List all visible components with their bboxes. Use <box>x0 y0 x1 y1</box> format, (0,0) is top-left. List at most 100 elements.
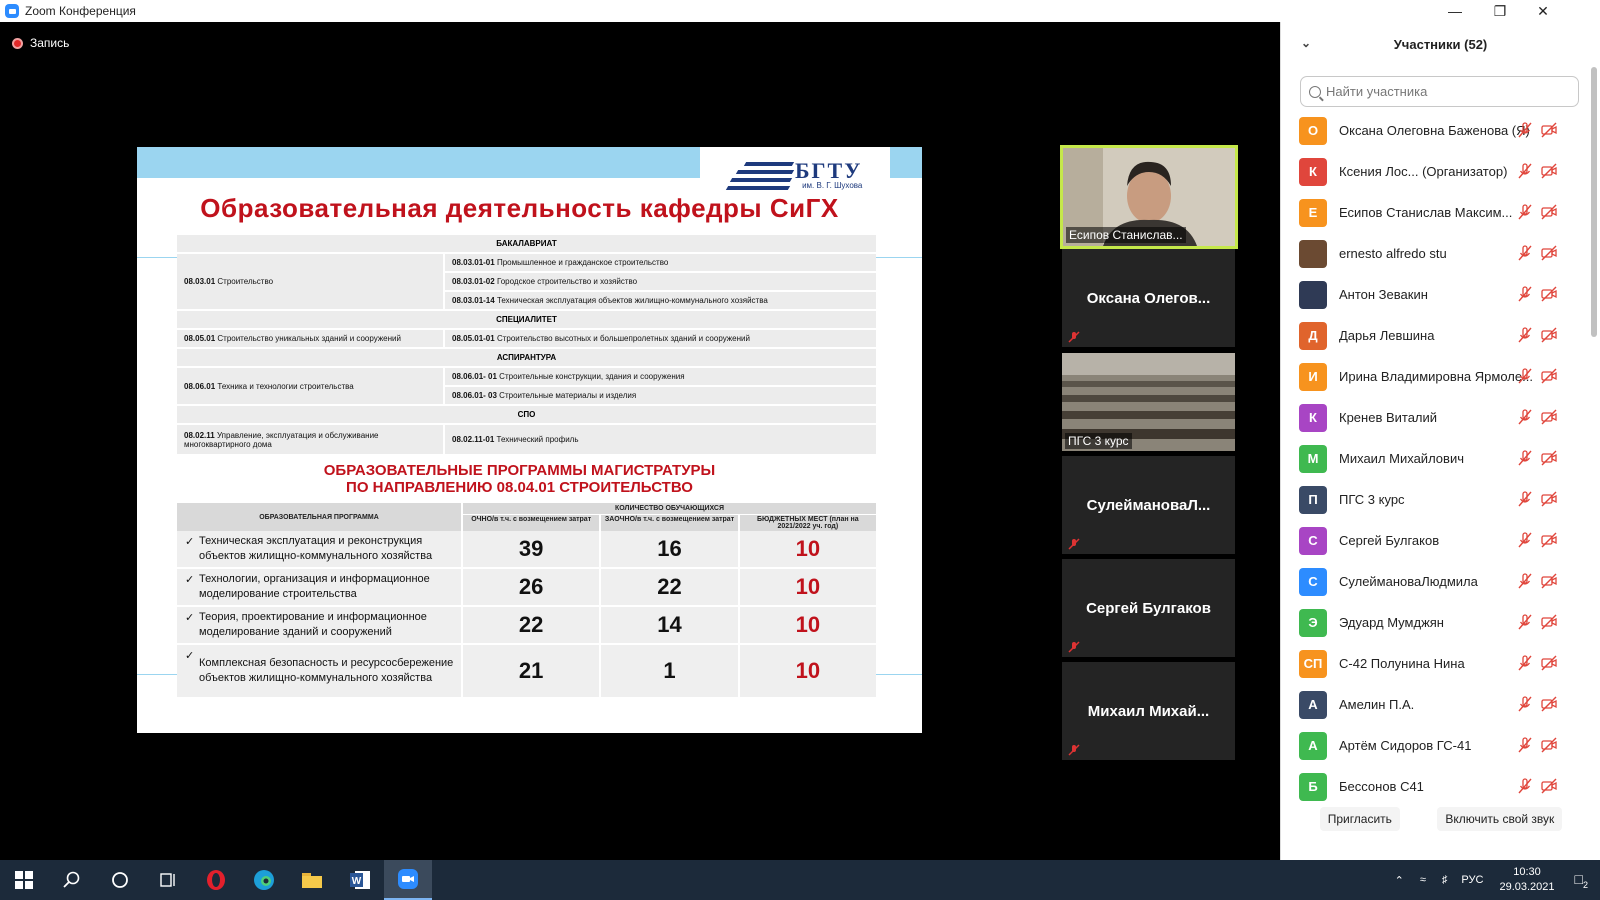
participant-row[interactable]: Д Дарья Левшина <box>1281 315 1591 356</box>
clock-date: 29.03.2021 <box>1499 881 1555 893</box>
participant-row[interactable]: К Ксения Лос... (Организатор) <box>1281 151 1591 192</box>
participant-name: Сергей Булгаков <box>1339 533 1440 548</box>
masters-table-header: ОБРАЗОВАТЕЛЬНАЯ ПРОГРАММА КОЛИЧЕСТВО ОБУ… <box>177 503 876 531</box>
opera-button[interactable] <box>192 860 240 900</box>
participant-name: Есипов Станислав Максим... <box>1339 205 1513 220</box>
program-code: 08.06.01 <box>184 381 216 391</box>
participant-name: ernesto alfredo stu <box>1339 246 1447 261</box>
table-row: 08.06.01 Техника и технологии строительс… <box>177 368 876 406</box>
invite-button[interactable]: Пригласить <box>1319 807 1400 831</box>
recording-label: Запись <box>30 36 70 50</box>
avatar: Е <box>1299 198 1327 227</box>
unmute-self-button[interactable]: Включить свой звук <box>1437 807 1563 831</box>
participant-row[interactable]: А Амелин П.А. <box>1281 684 1591 725</box>
profile-name: Городское строительство и хозяйство <box>496 277 638 286</box>
bgtu-logo: БГТУ им. В. Г. Шухова <box>725 158 862 192</box>
explorer-button[interactable] <box>288 860 336 900</box>
participant-row[interactable]: П ПГС 3 курс <box>1281 479 1591 520</box>
full-time-count: 39 <box>463 531 602 567</box>
avatar: К <box>1299 403 1327 432</box>
participant-row[interactable]: О Оксана Олеговна Баженова (Я) <box>1281 110 1591 151</box>
profile-name: Промышленное и гражданское строительство <box>496 258 669 267</box>
budget-count: 10 <box>795 536 821 561</box>
word-button[interactable]: W <box>336 860 384 900</box>
participants-panel: ⌄ Участники (52) Найти участника О Оксана… <box>1280 22 1600 860</box>
participant-row[interactable]: Антон Зевакин <box>1281 274 1591 315</box>
col-full-time: ОЧНО/в т.ч. с возмещением затрат <box>463 515 602 531</box>
profile-code: 08.03.01-02 <box>452 277 495 286</box>
profile-code: 08.06.01- 03 <box>452 391 497 400</box>
participant-row[interactable]: М Михаил Михайлович <box>1281 438 1591 479</box>
notification-count: 2 <box>1582 879 1588 890</box>
participant-row[interactable]: ernesto alfredo stu <box>1281 233 1591 274</box>
cortana-button[interactable] <box>96 860 144 900</box>
panel-footer: Пригласить Включить свой звук <box>1281 807 1600 831</box>
profile-code: 08.03.01-14 <box>452 296 495 305</box>
participant-row[interactable]: Б Бессонов С41 <box>1281 766 1591 807</box>
scrollbar[interactable] <box>1591 67 1597 337</box>
participant-row[interactable]: С СулеймановаЛюдмила <box>1281 561 1591 602</box>
participant-tile[interactable]: ПГС 3 курс <box>1062 353 1235 451</box>
participant-tile[interactable]: Оксана Олегов... <box>1062 249 1235 347</box>
recording-indicator[interactable]: Запись <box>12 36 69 50</box>
clock[interactable]: 10:30 29.03.2021 <box>1499 865 1554 895</box>
close-button[interactable]: ✕ <box>1520 0 1566 22</box>
participant-name: Сергей Булгаков <box>1086 599 1211 617</box>
restore-button[interactable]: ❐ <box>1477 0 1523 22</box>
search-button[interactable] <box>48 860 96 900</box>
check-icon: ✓ <box>185 574 195 586</box>
check-icon: ✓ <box>185 612 195 624</box>
chevron-down-icon[interactable]: ⌄ <box>1301 36 1311 50</box>
participant-row[interactable]: А Артём Сидоров ГС-41 <box>1281 725 1591 766</box>
meeting-area: Запись БГТУ им. В. Г. Шухова Образовател… <box>0 22 1280 860</box>
section-bachelor: БАКАЛАВРИАТ <box>177 235 876 254</box>
participant-tile[interactable]: СулеймановаЛ... <box>1062 456 1235 554</box>
search-placeholder: Найти участника <box>1326 84 1428 99</box>
participant-row[interactable]: К Кренев Виталий <box>1281 397 1591 438</box>
start-button[interactable] <box>0 860 48 900</box>
avatar: Д <box>1299 321 1327 350</box>
section-postgrad: АСПИРАНТУРА <box>177 349 876 368</box>
masters-heading: ОБРАЗОВАТЕЛЬНЫЕ ПРОГРАММЫ МАГИСТРАТУРЫ П… <box>137 462 922 496</box>
participant-tile[interactable]: Михаил Михай... <box>1062 662 1235 760</box>
muted-mic-icon <box>1068 744 1080 756</box>
notifications-button[interactable]: □2 <box>1575 871 1588 890</box>
participant-name: Ксения Лос... (Организатор) <box>1339 164 1508 179</box>
minimize-button[interactable]: — <box>1432 0 1478 22</box>
task-view-icon <box>160 873 175 887</box>
check-icon: ✓ <box>185 536 195 548</box>
participant-tile[interactable]: Сергей Булгаков <box>1062 559 1235 657</box>
table-row: ✓ Комплексная безопасность и ресурсосбере… <box>177 645 876 699</box>
divider <box>137 257 177 258</box>
participant-name: Ирина Владимировна Ярмоле... <box>1339 369 1533 384</box>
muted-mic-icon <box>1068 538 1080 550</box>
presentation-slide: БГТУ им. В. Г. Шухова Образовательная де… <box>137 147 922 733</box>
task-view-button[interactable] <box>144 860 192 900</box>
volume-icon[interactable]: ♯ <box>1442 874 1448 886</box>
part-time-count: 14 <box>601 607 740 643</box>
edge-button[interactable] <box>240 860 288 900</box>
participant-name: Эдуард Мумджян <box>1339 615 1444 630</box>
title-bar: Zoom Конференция — ❐ ✕ <box>0 0 1600 22</box>
participant-name: СулеймановаЛюдмила <box>1339 574 1478 589</box>
participant-row[interactable]: С Сергей Булгаков <box>1281 520 1591 561</box>
participant-row[interactable]: СП С-42 Полунина Нина <box>1281 643 1591 684</box>
wifi-icon[interactable]: ≈ <box>1420 874 1426 886</box>
participants-list: О Оксана Олеговна Баженова (Я) К Ксения Лос… <box>1281 110 1591 807</box>
search-participant-input[interactable]: Найти участника <box>1300 76 1579 107</box>
avatar: К <box>1299 157 1327 186</box>
participant-row[interactable]: Е Есипов Станислав Максим... <box>1281 192 1591 233</box>
program-code: 08.03.01 <box>184 277 216 286</box>
participant-row[interactable]: И Ирина Владимировна Ярмоле... <box>1281 356 1591 397</box>
opera-icon <box>207 870 225 890</box>
avatar <box>1299 239 1327 268</box>
program-name: Техника и технологии строительства <box>217 381 354 391</box>
chevron-up-icon[interactable]: ⌃ <box>1395 874 1404 887</box>
table-row: ✓ Техническая эксплуатация и реконструкци… <box>177 531 876 569</box>
participant-row[interactable]: Э Эдуард Мумджян <box>1281 602 1591 643</box>
window-title: Zoom Конференция <box>25 4 136 18</box>
participant-name: Михаил Михайлович <box>1339 451 1464 466</box>
zoom-taskbar-button[interactable] <box>384 860 432 900</box>
language-indicator[interactable]: РУС <box>1461 874 1483 886</box>
active-speaker-tile[interactable]: Есипов Станислав... <box>1060 145 1238 249</box>
